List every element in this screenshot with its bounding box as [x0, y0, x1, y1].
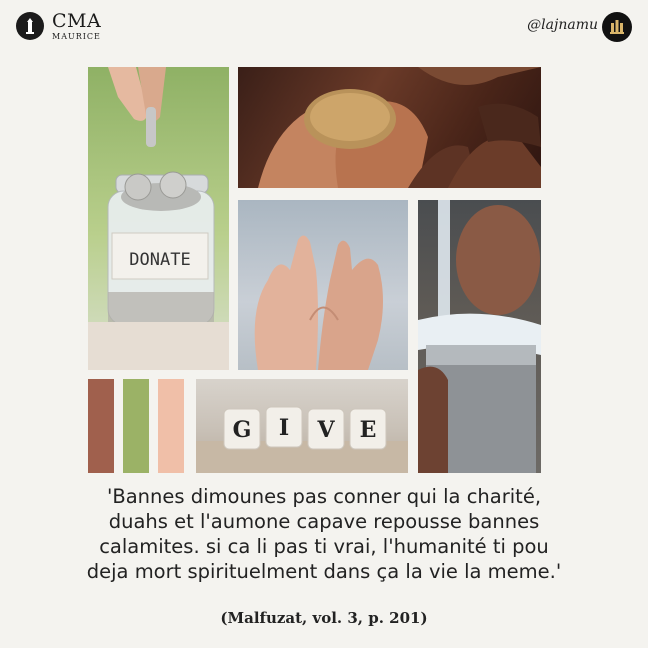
open-palms-photo	[238, 200, 408, 370]
give-die-letter: E	[360, 417, 377, 443]
quote-line: duahs et l'aumone capave repousse bannes	[108, 510, 540, 533]
brand-subtitle: MAURICE	[52, 32, 101, 41]
give-die-letter: G	[233, 417, 252, 443]
give-dice-photo: G I V E	[196, 379, 408, 473]
lajna-logo-icon	[602, 12, 632, 42]
palette-swatch-peach	[158, 379, 184, 473]
give-die-letter: V	[316, 417, 335, 443]
quote-text: 'Bannes dimounes pas conner qui la chari…	[24, 484, 624, 584]
quote-line: deja mort spirituelment dans ça la vie l…	[86, 560, 562, 583]
quote-citation: (Malfuzat, vol. 3, p. 201)	[220, 609, 428, 627]
donate-label: DONATE	[129, 250, 190, 270]
donation-jar-photo: DONATE	[88, 67, 229, 370]
palette-swatch-terracotta	[88, 379, 114, 473]
minaret-icon	[26, 18, 34, 34]
palette-swatch-olive	[123, 379, 149, 473]
brand-title: CMA	[52, 10, 102, 32]
quote-line: calamites. si ca li pas ti vrai, l'human…	[99, 535, 549, 558]
social-handle: @lajnamu	[527, 17, 598, 33]
quote-line: 'Bannes dimounes pas conner qui la chari…	[106, 485, 542, 508]
give-die-letter: I	[279, 415, 289, 441]
hands-with-grain-photo	[238, 67, 541, 188]
water-pouring-photo	[418, 200, 541, 473]
brand-logo: CMA MAURICE	[52, 12, 101, 41]
cma-logo-icon	[16, 12, 44, 40]
